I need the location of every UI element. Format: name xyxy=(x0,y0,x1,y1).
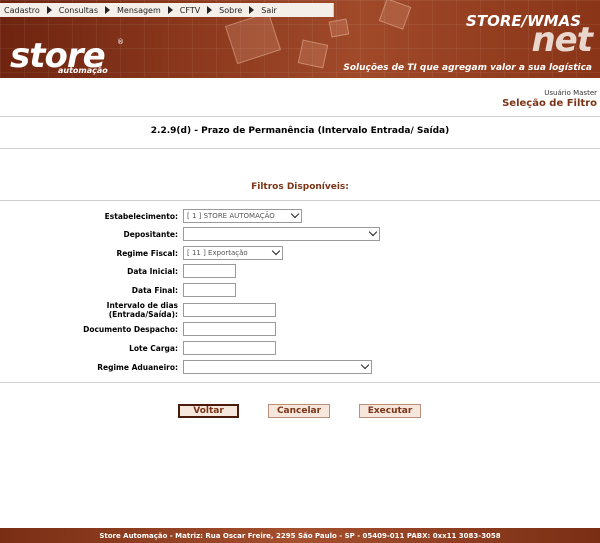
depositante-label: Depositante: xyxy=(123,230,178,239)
estabelecimento-label: Estabelecimento: xyxy=(104,212,178,221)
estabelecimento-select[interactable]: [ 1 ] STORE AUTOMAÇÃO xyxy=(183,209,302,223)
decor-cube xyxy=(328,18,350,38)
intervalo-label: Intervalo de dias (Entrada/Saída): xyxy=(107,301,178,319)
footer: Store Automação - Matriz: Rua Oscar Frei… xyxy=(0,528,600,543)
lote-label: Lote Carga: xyxy=(129,344,178,353)
regime-fiscal-select[interactable]: [ 11 ] Exportação xyxy=(183,246,283,260)
regime-fiscal-label: Regime Fiscal: xyxy=(116,249,178,258)
regime-aduaneiro-select[interactable] xyxy=(183,360,372,374)
menu-arrow-icon xyxy=(167,6,173,14)
menu-arrow-icon xyxy=(207,6,213,14)
chevron-down-icon xyxy=(290,209,300,219)
tagline: Soluções de TI que agregam valor a sua l… xyxy=(343,63,592,73)
menu-cadastro[interactable]: Cadastro xyxy=(0,3,44,17)
page-heading: Seleção de Filtro xyxy=(502,98,597,109)
menu-arrow-icon xyxy=(105,6,110,14)
registered-mark: ® xyxy=(117,38,124,46)
row-data-final: Data Final: xyxy=(0,283,600,299)
voltar-button[interactable]: Voltar xyxy=(178,404,239,418)
divider xyxy=(0,200,600,201)
decor-cube xyxy=(297,39,329,69)
depositante-select[interactable] xyxy=(183,227,380,241)
menu-arrow-icon xyxy=(249,6,255,14)
chevron-down-icon xyxy=(368,227,378,237)
row-documento: Documento Despacho: xyxy=(0,322,600,338)
row-regime-fiscal: Regime Fiscal: [ 11 ] Exportação xyxy=(0,246,600,262)
lote-input[interactable] xyxy=(183,341,276,355)
menu-sair[interactable]: Sair xyxy=(257,3,281,17)
regime-aduaneiro-label: Regime Aduaneiro: xyxy=(97,363,178,372)
cancelar-button[interactable]: Cancelar xyxy=(268,404,330,418)
menu-arrow-icon xyxy=(46,6,52,14)
user-label: Usuário Master xyxy=(544,89,597,97)
brand-net: net xyxy=(531,20,593,60)
menu-cftv[interactable]: CFTV xyxy=(176,3,204,17)
menu-consultas[interactable]: Consultas xyxy=(55,3,102,17)
documento-label: Documento Despacho: xyxy=(83,325,178,334)
estabelecimento-value: [ 1 ] STORE AUTOMAÇÃO xyxy=(187,212,275,220)
report-title: 2.2.9(d) - Prazo de Permanência (Interva… xyxy=(150,126,450,136)
filters-title: Filtros Disponíveis: xyxy=(251,182,349,192)
row-regime-aduaneiro: Regime Aduaneiro: xyxy=(0,360,600,376)
data-final-label: Data Final: xyxy=(131,286,178,295)
row-depositante: Depositante: xyxy=(0,227,600,243)
menu-mensagem[interactable]: Mensagem xyxy=(113,3,165,17)
chevron-down-icon xyxy=(360,360,370,370)
chevron-down-icon xyxy=(271,246,281,256)
row-lote: Lote Carga: xyxy=(0,341,600,357)
menu-sobre[interactable]: Sobre xyxy=(215,3,246,17)
data-inicial-input[interactable] xyxy=(183,264,236,278)
data-inicial-label: Data Inicial: xyxy=(127,267,178,276)
regime-fiscal-value: [ 11 ] Exportação xyxy=(187,249,248,257)
intervalo-input[interactable] xyxy=(183,303,276,317)
divider xyxy=(0,382,600,383)
executar-button[interactable]: Executar xyxy=(359,404,421,418)
intervalo-label-line2: (Entrada/Saída): xyxy=(108,310,178,319)
intervalo-label-line1: Intervalo de dias xyxy=(106,301,178,310)
row-data-inicial: Data Inicial: xyxy=(0,264,600,280)
row-intervalo: Intervalo de dias (Entrada/Saída): xyxy=(0,301,600,319)
divider xyxy=(0,148,600,149)
header-banner: Cadastro Consultas Mensagem CFTV Sobre S… xyxy=(0,0,600,78)
row-estabelecimento: Estabelecimento: [ 1 ] STORE AUTOMAÇÃO xyxy=(0,209,600,225)
top-menu-bar: Cadastro Consultas Mensagem CFTV Sobre S… xyxy=(0,3,334,17)
divider xyxy=(0,116,600,117)
logo-subtitle: automação xyxy=(58,66,108,75)
data-final-input[interactable] xyxy=(183,283,236,297)
documento-input[interactable] xyxy=(183,322,276,336)
